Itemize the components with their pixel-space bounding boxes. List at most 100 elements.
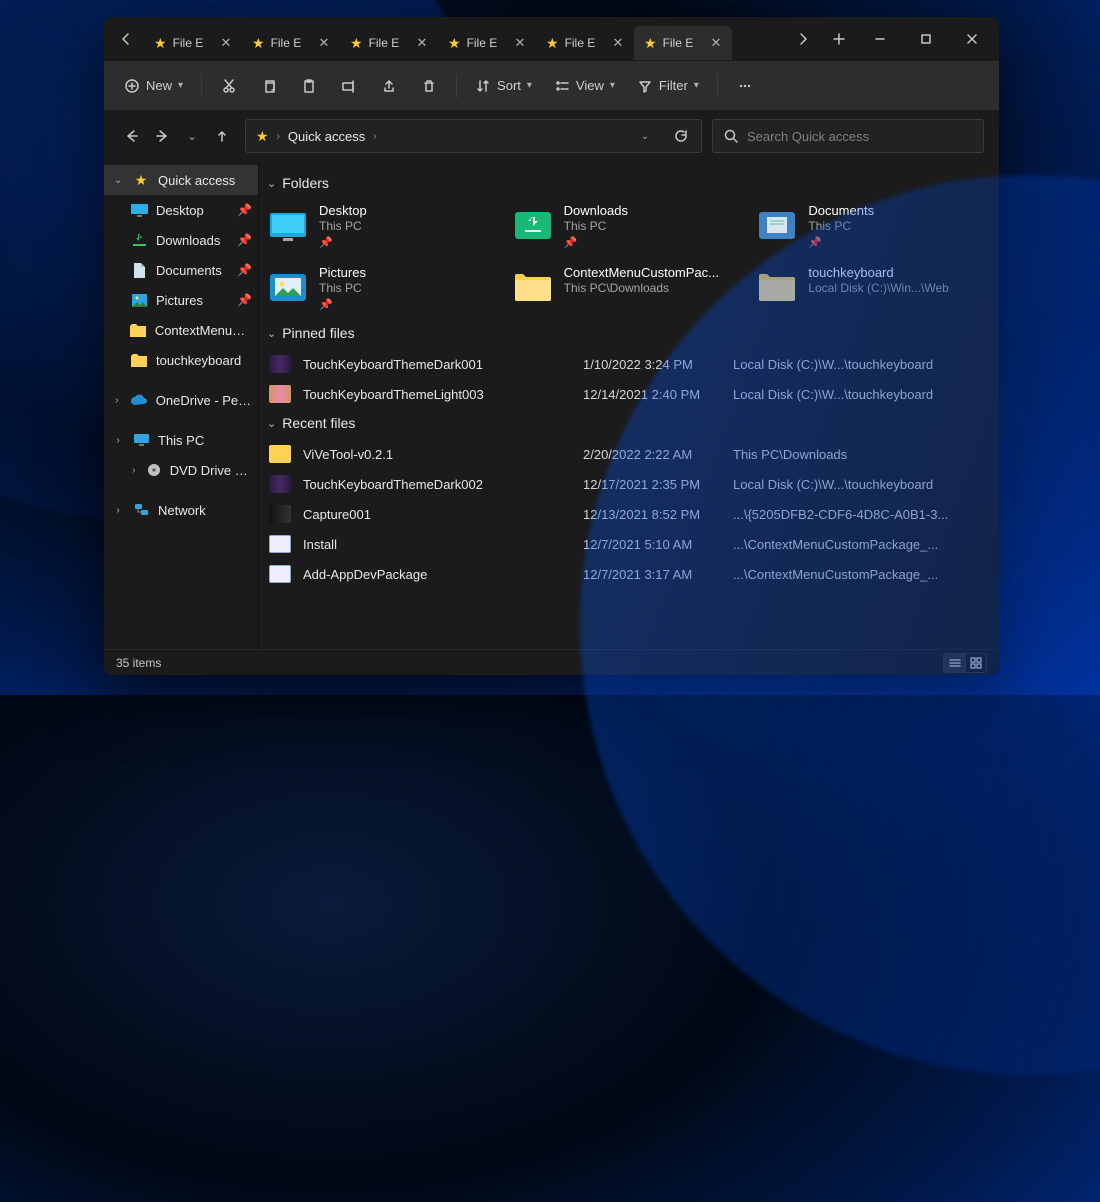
- file-path: ...\{5205DFB2-CDF6-4D8C-A0B1-3...: [733, 507, 983, 522]
- sidebar-onedrive[interactable]: › OneDrive - Personal: [104, 385, 258, 415]
- file-row[interactable]: TouchKeyboardThemeDark002 12/17/2021 2:3…: [265, 469, 987, 499]
- tab-label: File E: [271, 36, 310, 50]
- tab-close-button[interactable]: ✕: [316, 35, 332, 51]
- pin-icon: 📌: [237, 233, 252, 247]
- address-bar[interactable]: ★ › Quick access › ⌄: [245, 119, 702, 153]
- star-icon: ★: [350, 35, 363, 52]
- more-button[interactable]: [726, 69, 764, 103]
- tab-close-button[interactable]: ✕: [610, 35, 626, 51]
- tab-close-button[interactable]: ✕: [512, 35, 528, 51]
- file-date: 1/10/2022 3:24 PM: [583, 357, 733, 372]
- rename-button[interactable]: [330, 69, 368, 103]
- documents-icon: [130, 263, 148, 278]
- tab[interactable]: ★ File E ✕: [536, 26, 634, 60]
- paste-button[interactable]: [290, 69, 328, 103]
- sidebar-item[interactable]: touchkeyboard: [104, 345, 258, 375]
- file-name: TouchKeyboardThemeDark001: [303, 357, 583, 372]
- folder-tile[interactable]: Desktop This PC 📌: [265, 199, 498, 253]
- folders-label: Folders: [282, 175, 329, 191]
- chevron-down-icon: ▾: [178, 80, 183, 91]
- file-name: Add-AppDevPackage: [303, 567, 583, 582]
- recent-files-label: Recent files: [282, 415, 355, 431]
- address-dropdown[interactable]: ⌄: [631, 122, 659, 150]
- tab-label: File E: [369, 36, 408, 50]
- file-name: TouchKeyboardThemeDark002: [303, 477, 583, 492]
- folder-tile[interactable]: touchkeyboard Local Disk (C:)\Win...\Web: [754, 261, 987, 315]
- copy-button[interactable]: [250, 69, 288, 103]
- file-row[interactable]: Add-AppDevPackage 12/7/2021 3:17 AM ...\…: [265, 559, 987, 589]
- recent-locations-button[interactable]: ⌄: [179, 122, 205, 150]
- forward-button[interactable]: [149, 122, 175, 150]
- folder-tile[interactable]: Downloads This PC 📌: [510, 199, 743, 253]
- folder-icon: [130, 324, 147, 337]
- group-recent-files[interactable]: ⌄ Recent files: [267, 415, 987, 431]
- new-tab-button[interactable]: [821, 21, 857, 57]
- sidebar-item[interactable]: Downloads 📌: [104, 225, 258, 255]
- folder-tile[interactable]: Documents This PC 📌: [754, 199, 987, 253]
- file-row[interactable]: Install 12/7/2021 5:10 AM ...\ContextMen…: [265, 529, 987, 559]
- tab[interactable]: ★ File E ✕: [438, 26, 536, 60]
- share-button[interactable]: [370, 69, 408, 103]
- group-pinned-files[interactable]: ⌄ Pinned files: [267, 325, 987, 341]
- star-icon: ★: [132, 172, 150, 189]
- tab-scroll-right[interactable]: [785, 21, 821, 57]
- search-input[interactable]: [747, 129, 973, 144]
- tiles-view-toggle[interactable]: [965, 653, 987, 673]
- new-button[interactable]: New ▾: [114, 69, 193, 103]
- view-label: View: [576, 78, 604, 93]
- maximize-button[interactable]: [903, 23, 949, 55]
- content-area[interactable]: ⌄ Folders Desktop This PC 📌 Downloads Th…: [259, 161, 999, 649]
- search-box[interactable]: [712, 119, 984, 153]
- folder-icon: [267, 265, 309, 305]
- tab-close-button[interactable]: ✕: [708, 35, 724, 51]
- delete-button[interactable]: [410, 69, 448, 103]
- tab[interactable]: ★ File E ✕: [634, 26, 732, 60]
- sidebar-item[interactable]: Desktop 📌: [104, 195, 258, 225]
- file-row[interactable]: ViVeTool-v0.2.1 2/20/2022 2:22 AM This P…: [265, 439, 987, 469]
- folder-icon: [267, 203, 309, 243]
- folder-tile[interactable]: Pictures This PC 📌: [265, 261, 498, 315]
- back-button[interactable]: [119, 122, 145, 150]
- group-folders[interactable]: ⌄ Folders: [267, 175, 987, 191]
- view-button[interactable]: View ▾: [544, 69, 625, 103]
- file-row[interactable]: TouchKeyboardThemeLight003 12/14/2021 2:…: [265, 379, 987, 409]
- folder-icon: [512, 203, 554, 243]
- folder-icon: [130, 354, 148, 367]
- file-row[interactable]: TouchKeyboardThemeDark001 1/10/2022 3:24…: [265, 349, 987, 379]
- tab[interactable]: ★ File E ✕: [340, 26, 438, 60]
- close-window-button[interactable]: [949, 23, 995, 55]
- sidebar-item[interactable]: ContextMenuCust: [104, 315, 258, 345]
- tab[interactable]: ★ File E ✕: [144, 26, 242, 60]
- file-thumb: [269, 505, 291, 523]
- file-row[interactable]: Capture001 12/13/2021 8:52 PM ...\{5205D…: [265, 499, 987, 529]
- sidebar-this-pc[interactable]: › This PC: [104, 425, 258, 455]
- sidebar-item[interactable]: Documents 📌: [104, 255, 258, 285]
- sidebar-quick-access[interactable]: ⌄ ★ Quick access: [104, 165, 258, 195]
- downloads-icon: [130, 233, 148, 248]
- refresh-button[interactable]: [667, 122, 695, 150]
- sidebar-network[interactable]: › Network: [104, 495, 258, 525]
- sidebar-dvd-drive[interactable]: › DVD Drive (D:) CCCO: [104, 455, 258, 485]
- file-name: Capture001: [303, 507, 583, 522]
- folder-tile[interactable]: ContextMenuCustomPac... This PC\Download…: [510, 261, 743, 315]
- file-path: ...\ContextMenuCustomPackage_...: [733, 567, 983, 582]
- file-thumb: [269, 535, 291, 553]
- details-view-toggle[interactable]: [943, 653, 965, 673]
- chevron-right-icon: ›: [112, 395, 122, 406]
- sidebar-item-label: ContextMenuCust: [155, 323, 252, 338]
- tab-scroll-left[interactable]: [108, 21, 144, 57]
- sidebar-item[interactable]: Pictures 📌: [104, 285, 258, 315]
- tab[interactable]: ★ File E ✕: [242, 26, 340, 60]
- file-thumb: [269, 565, 291, 583]
- sort-button[interactable]: Sort ▾: [465, 69, 542, 103]
- chevron-right-icon: ›: [277, 131, 280, 142]
- breadcrumb-location[interactable]: Quick access: [288, 129, 365, 144]
- up-button[interactable]: [209, 122, 235, 150]
- chevron-right-icon: ›: [112, 435, 124, 446]
- filter-button[interactable]: Filter ▾: [627, 69, 709, 103]
- cut-button[interactable]: [210, 69, 248, 103]
- minimize-button[interactable]: [857, 23, 903, 55]
- tab-close-button[interactable]: ✕: [218, 35, 234, 51]
- tab-close-button[interactable]: ✕: [414, 35, 430, 51]
- pin-icon: 📌: [237, 263, 252, 277]
